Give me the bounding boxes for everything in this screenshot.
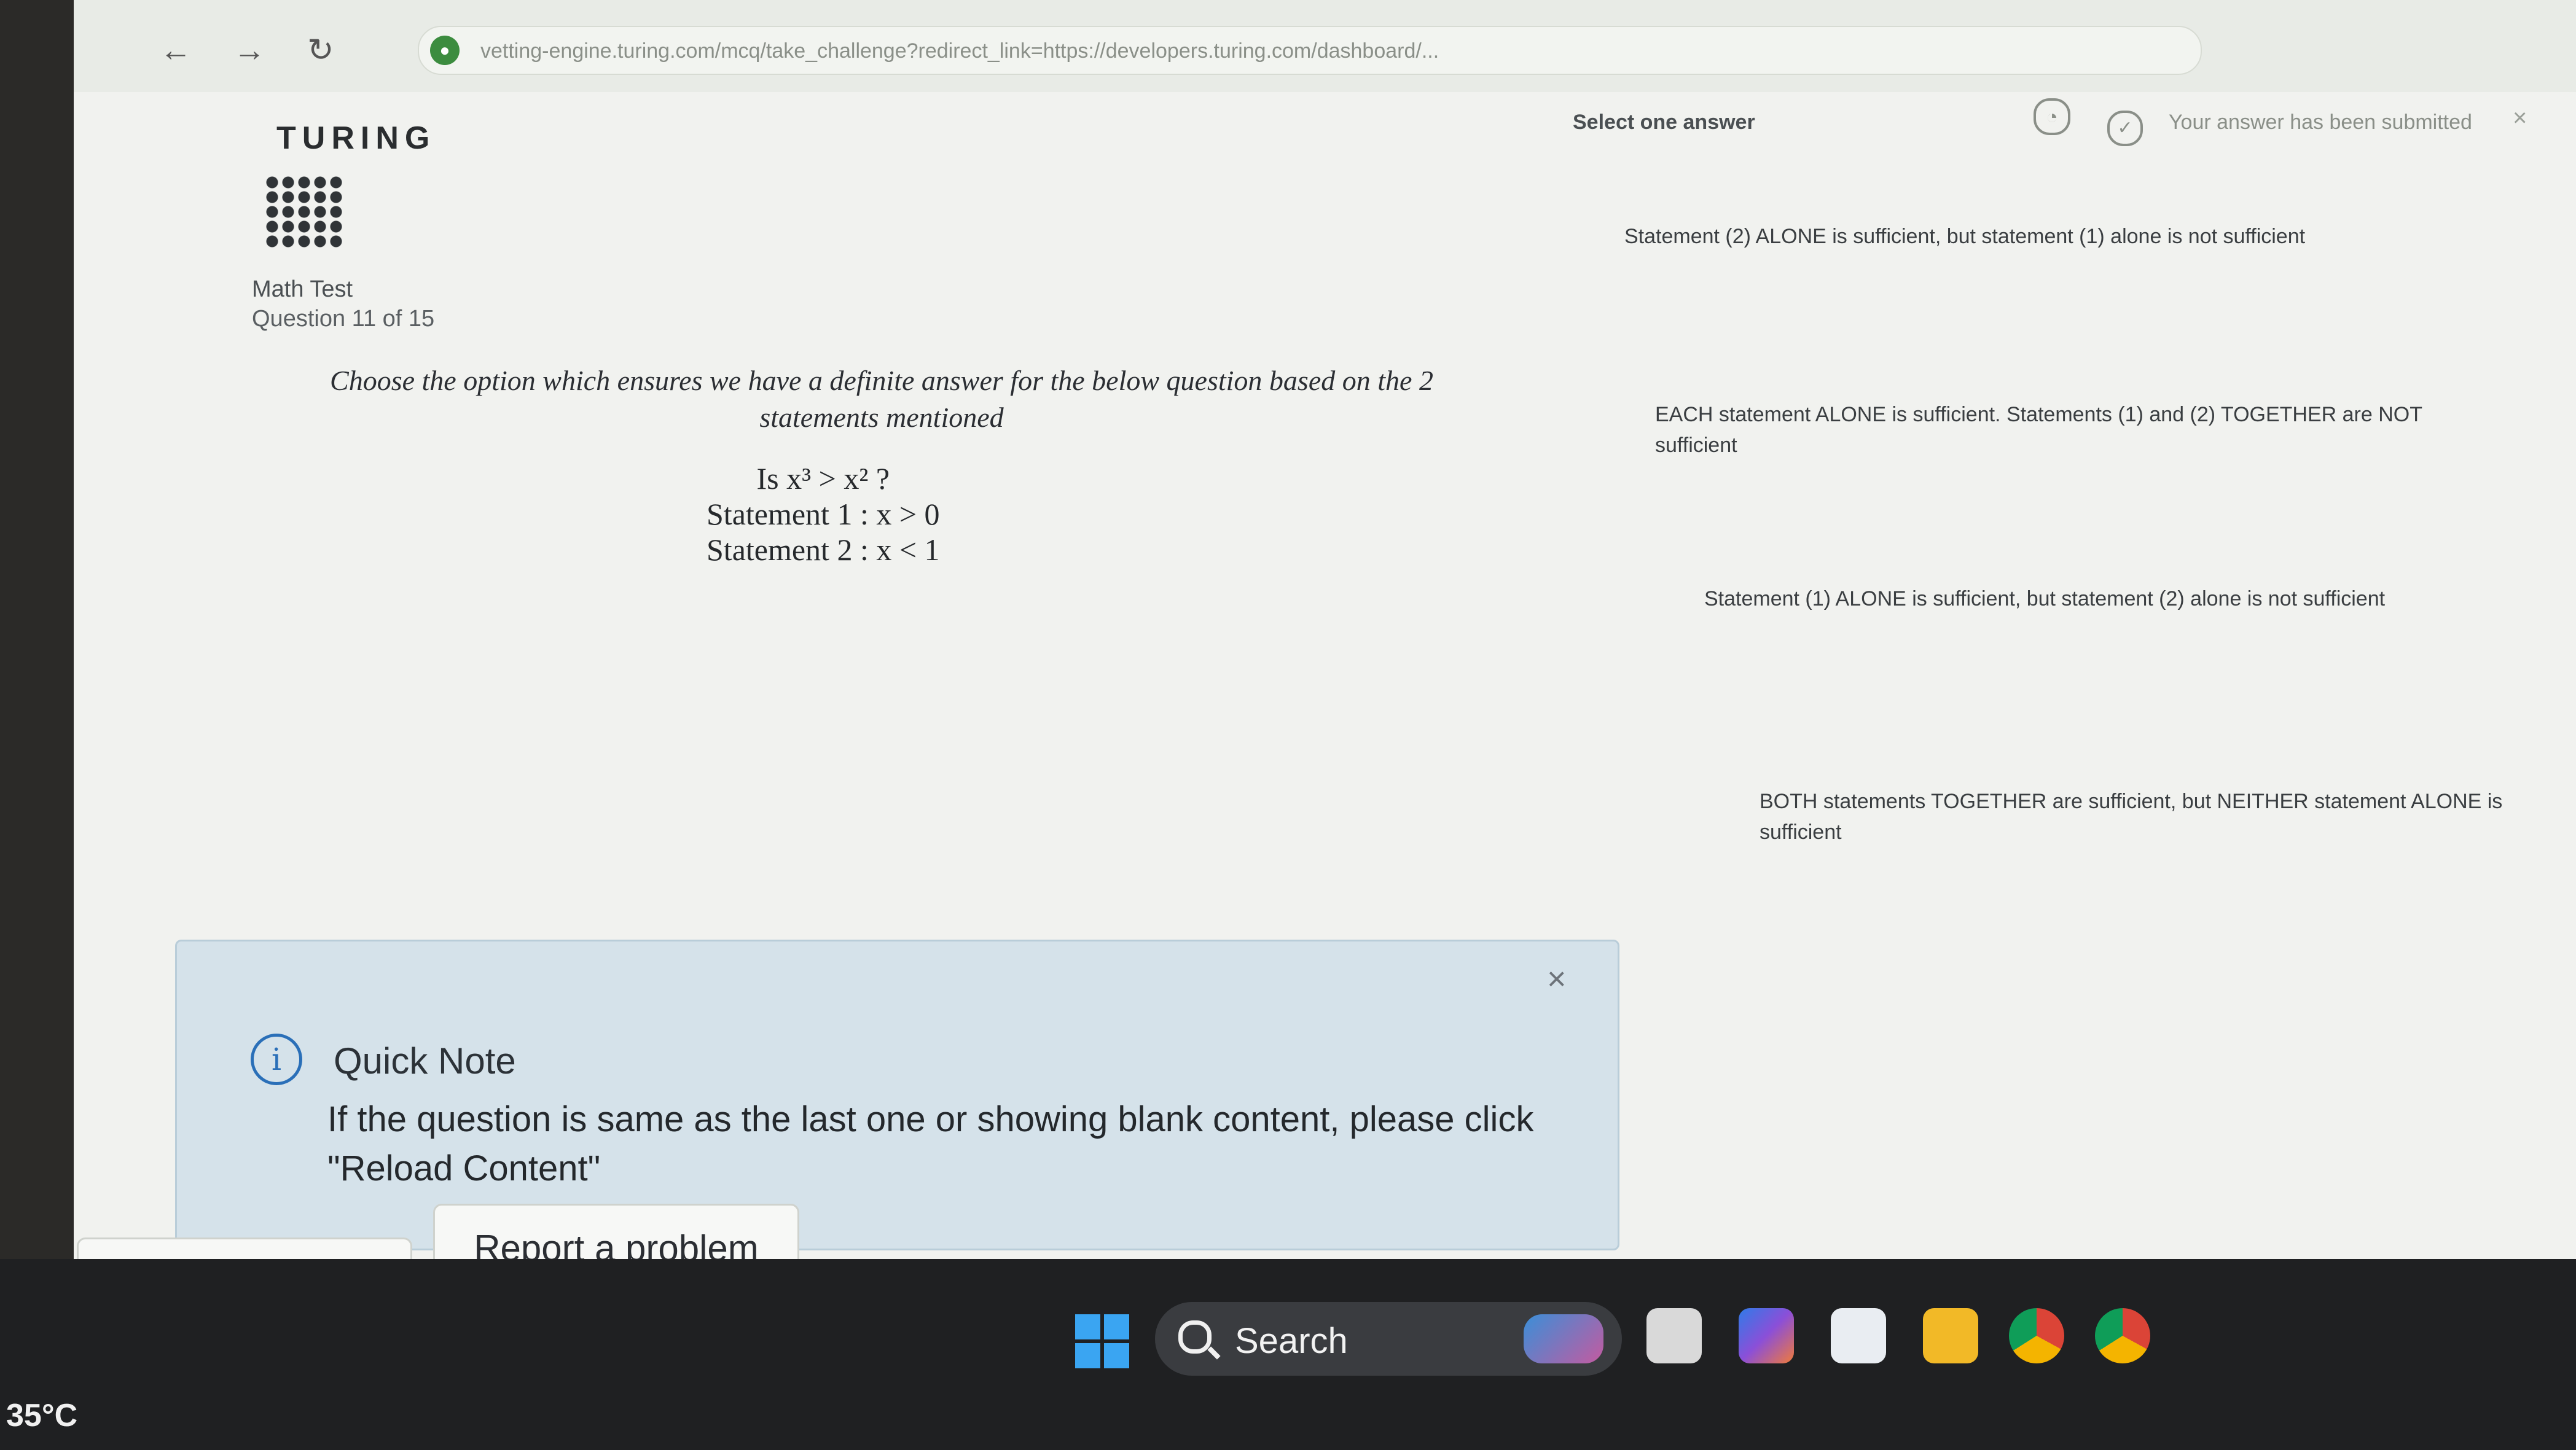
- url-text[interactable]: vetting-engine.turing.com/mcq/take_chall…: [480, 39, 2188, 63]
- file-explorer-icon[interactable]: [1923, 1308, 1978, 1363]
- submission-status: Your answer has been submitted: [2169, 111, 2472, 134]
- copilot-icon[interactable]: [1739, 1308, 1794, 1363]
- statement-2: Statement 2 : x < 1: [707, 532, 940, 567]
- reload-page-button[interactable]: ↻: [307, 32, 334, 69]
- answer-option[interactable]: BOTH statements TOGETHER are sufficient,…: [1751, 780, 2567, 854]
- address-bar[interactable]: ● vetting-engine.turing.com/mcq/take_cha…: [418, 26, 2202, 75]
- question-counter: Question 11 of 15: [252, 306, 435, 332]
- answer-option[interactable]: EACH statement ALONE is sufficient. Stat…: [1646, 393, 2462, 467]
- quick-note-banner: i Quick Note If the question is same as …: [175, 940, 1619, 1250]
- question-math: Is x³ > x² ? Statement 1 : x > 0 Stateme…: [707, 461, 940, 567]
- chrome-profile-icon[interactable]: [2095, 1308, 2150, 1363]
- question-line: Is x³ > x² ?: [756, 461, 890, 496]
- windows-start-icon[interactable]: [1075, 1314, 1129, 1368]
- select-one-answer-label: Select one answer: [1573, 111, 1755, 134]
- weather-temperature[interactable]: 35°C: [6, 1397, 77, 1434]
- test-page: TURING Math Test Question 11 of 15 Choos…: [74, 92, 2576, 1259]
- site-info-icon[interactable]: ●: [430, 36, 460, 65]
- search-highlight-icon: [1524, 1314, 1603, 1363]
- taskbar: Search 35°C: [0, 1259, 2576, 1450]
- browser-toolbar: ← → ↻ ● vetting-engine.turing.com/mcq/ta…: [74, 0, 2576, 93]
- close-icon[interactable]: ×: [2513, 104, 2527, 132]
- timer-icon: ◔: [2034, 98, 2070, 135]
- info-icon: i: [251, 1034, 302, 1085]
- forward-button[interactable]: →: [233, 32, 265, 69]
- search-label: Search: [1235, 1321, 1348, 1361]
- close-note-icon[interactable]: ×: [1547, 960, 1567, 998]
- search-icon: [1178, 1320, 1212, 1354]
- question-prompt: Choose the option which ensures we have …: [330, 365, 1433, 433]
- task-view-icon[interactable]: [1646, 1308, 1702, 1363]
- taskbar-search[interactable]: Search: [1155, 1302, 1622, 1376]
- turing-logo-mark-icon: [264, 175, 344, 249]
- quick-note-body: If the question is same as the last one …: [327, 1099, 1534, 1188]
- check-circle-icon: ✓: [2107, 111, 2143, 146]
- turing-logo: TURING: [276, 120, 436, 156]
- answer-option[interactable]: Statement (2) ALONE is sufficient, but s…: [1616, 215, 2432, 258]
- test-name: Math Test: [252, 276, 353, 302]
- back-button[interactable]: ←: [160, 32, 192, 69]
- answer-option[interactable]: Statement (1) ALONE is sufficient, but s…: [1696, 577, 2511, 620]
- statement-1: Statement 1 : x > 0: [707, 497, 940, 531]
- chrome-icon[interactable]: [2009, 1308, 2064, 1363]
- quick-note-title: Quick Note: [334, 1040, 516, 1082]
- store-icon[interactable]: [1831, 1308, 1886, 1363]
